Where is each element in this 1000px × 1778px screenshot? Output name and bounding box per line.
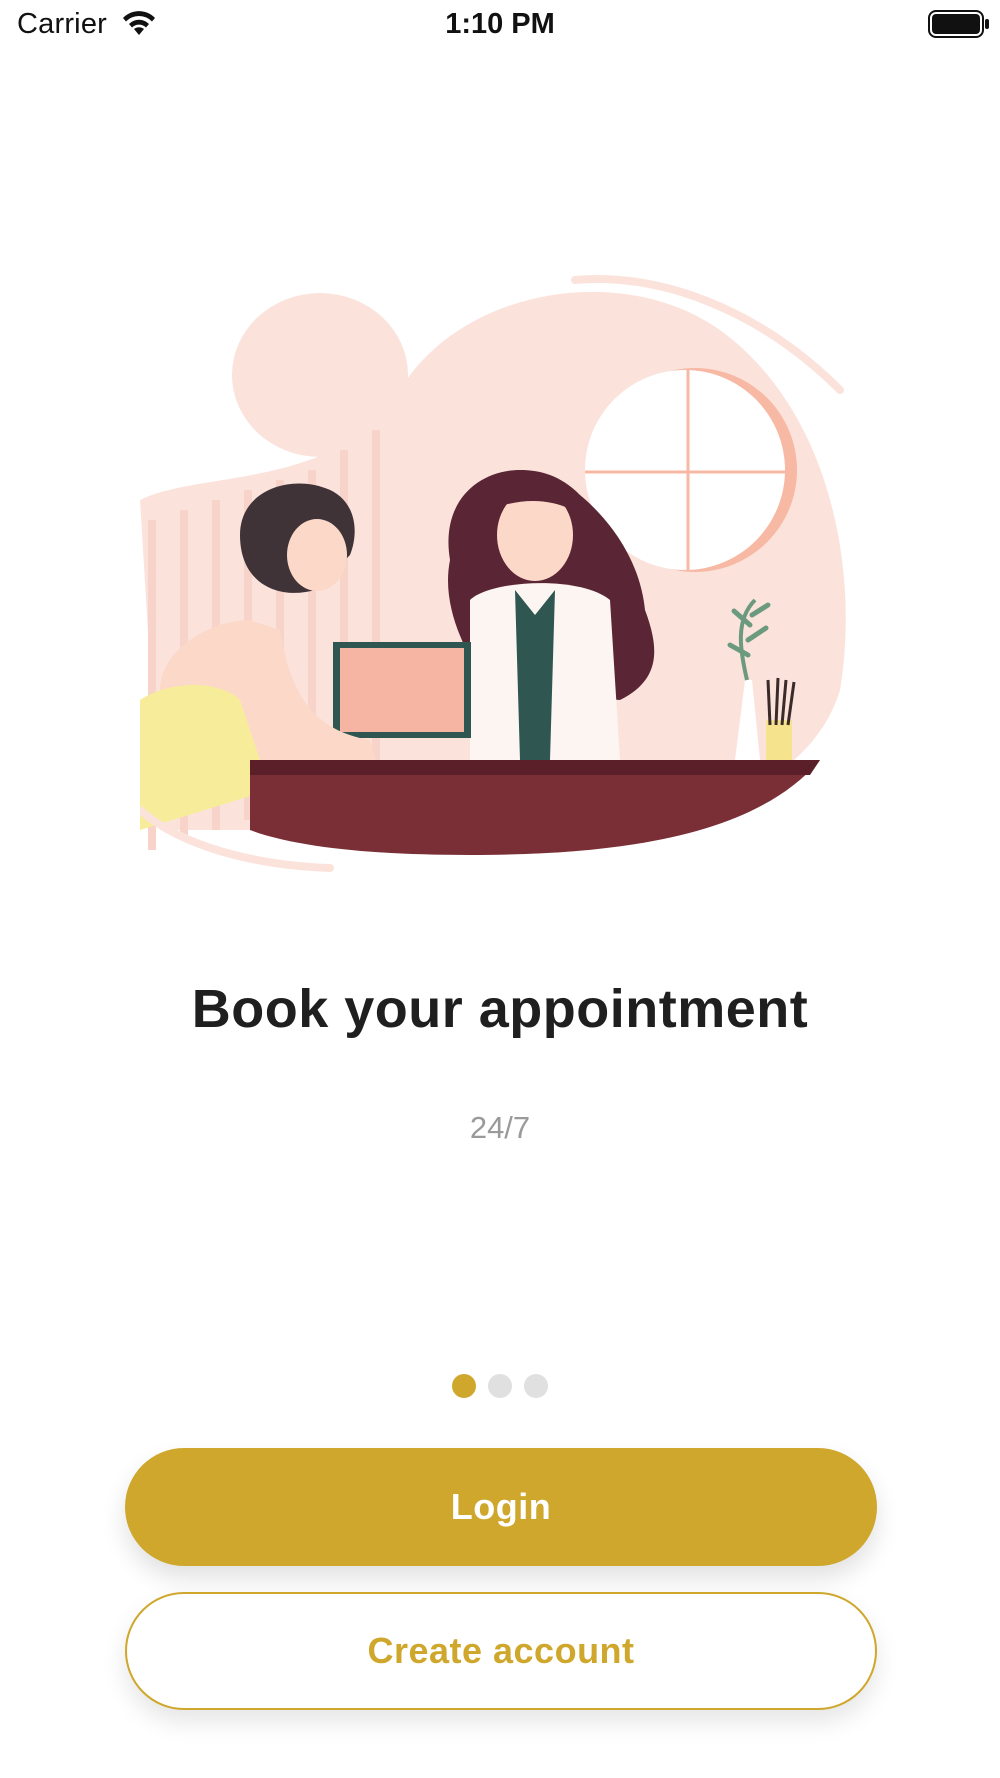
battery-icon bbox=[928, 9, 990, 44]
page-dot-1[interactable] bbox=[452, 1374, 476, 1398]
page-dot-3[interactable] bbox=[524, 1374, 548, 1398]
create-account-button[interactable]: Create account bbox=[125, 1592, 877, 1710]
login-button[interactable]: Login bbox=[125, 1448, 877, 1566]
page-indicator bbox=[0, 1374, 1000, 1398]
onboarding-illustration bbox=[136, 270, 860, 890]
clock-time: 1:10 PM bbox=[445, 8, 555, 40]
page-title: Book your appointment bbox=[191, 979, 809, 1039]
page-dot-2[interactable] bbox=[488, 1374, 512, 1398]
status-bar: Carrier 1:10 PM bbox=[0, 0, 1000, 52]
page-subtitle: 24/7 bbox=[469, 1110, 531, 1145]
